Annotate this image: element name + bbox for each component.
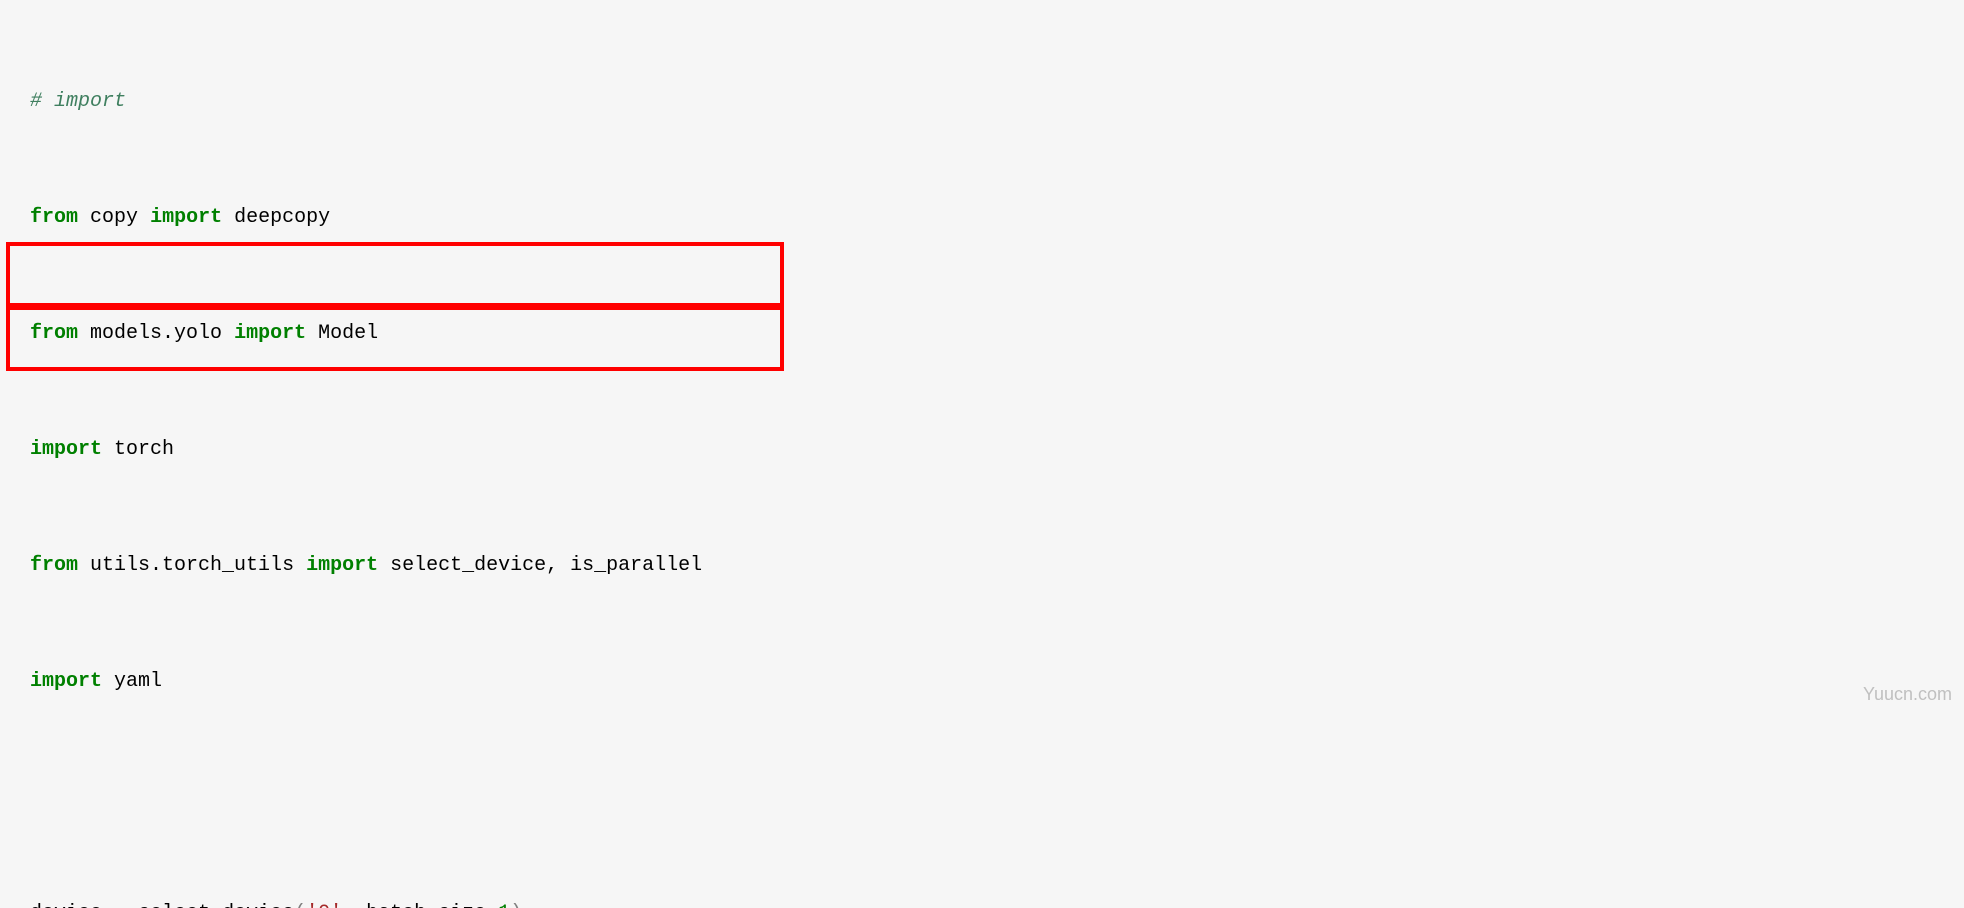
code-line-5: from utils.torch_utils import select_dev… <box>0 551 1964 580</box>
code-line-4: import torch <box>0 435 1964 464</box>
code-line-8: device = select_device('0', batch_size=1… <box>0 899 1964 908</box>
code-line-3: from models.yolo import Model <box>0 319 1964 348</box>
highlight-box-1 <box>6 242 784 310</box>
code-line-2: from copy import deepcopy <box>0 203 1964 232</box>
code-line-blank-7 <box>0 783 1964 812</box>
code-block: # import from copy import deepcopy from … <box>0 0 1964 908</box>
code-line-1: # import <box>0 87 1964 116</box>
comment: # import <box>30 90 126 113</box>
code-line-6: import yaml <box>0 667 1964 696</box>
